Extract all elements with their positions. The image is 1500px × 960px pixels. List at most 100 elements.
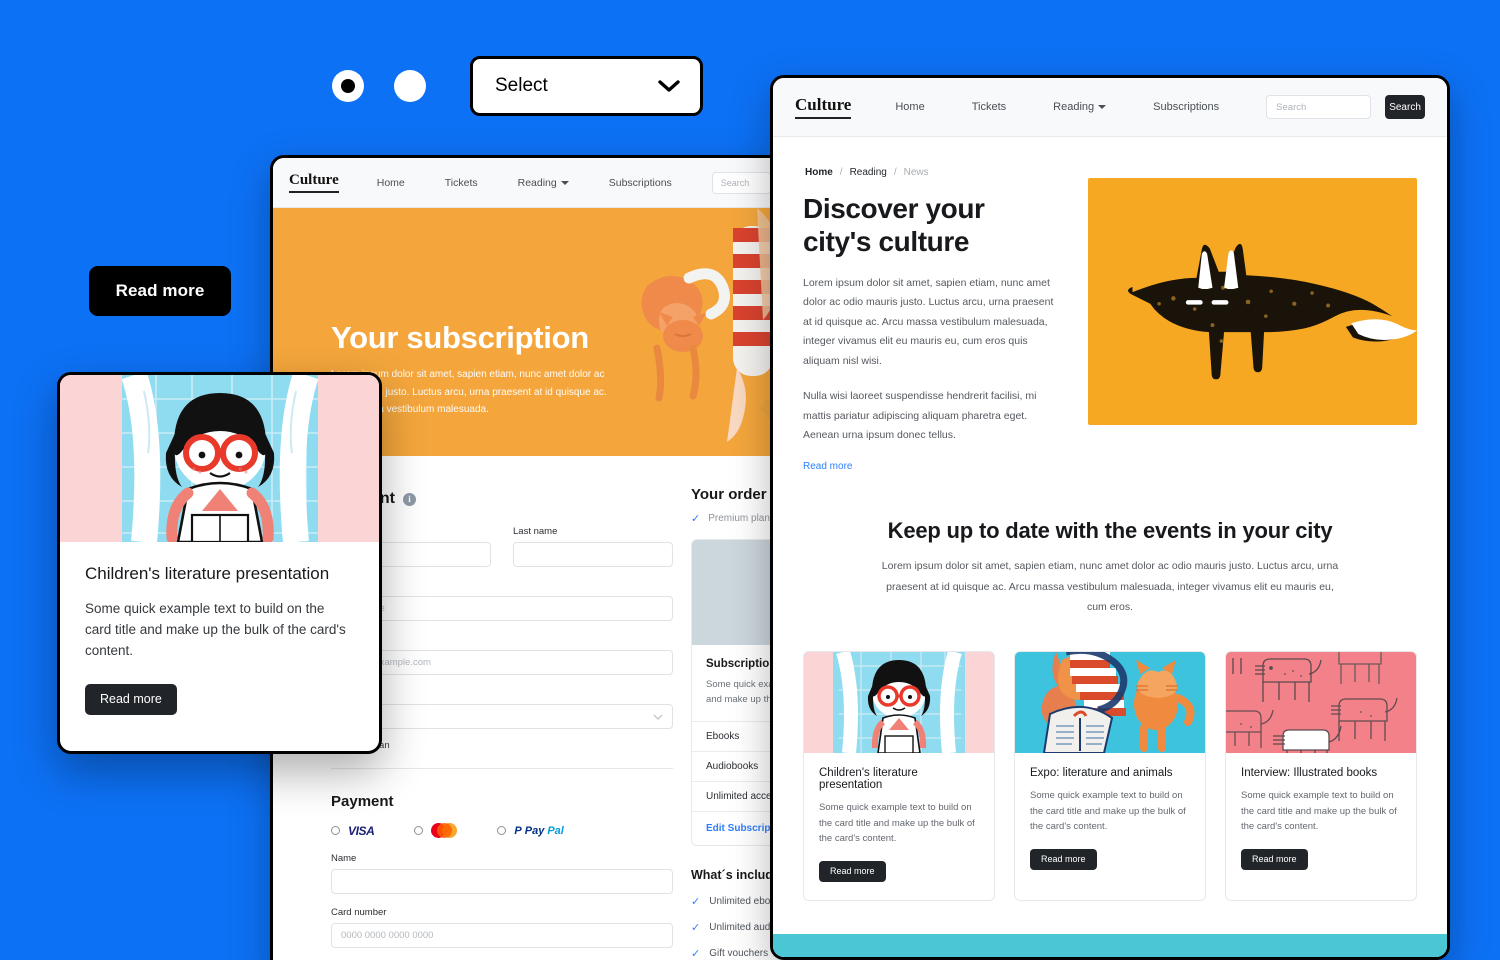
events-subtext: Lorem ipsum dolor sit amet, sapien etiam… bbox=[881, 560, 1339, 614]
nav-reading[interactable]: Reading bbox=[518, 177, 569, 189]
nav-subscriptions[interactable]: Subscriptions bbox=[1153, 101, 1219, 113]
news-card-text: Some quick example text to build on the … bbox=[1241, 789, 1397, 833]
news-hero-title: Discover your city's culture bbox=[803, 193, 985, 258]
chevron-down-icon bbox=[658, 80, 680, 92]
breadcrumb-news: News bbox=[903, 167, 929, 178]
news-card-read-more-button[interactable]: Read more bbox=[819, 860, 886, 882]
news-hero: Discover your city's culture Lorem ipsum… bbox=[773, 178, 1447, 474]
card-number-group: Card number 0000 0000 0000 0000 bbox=[331, 907, 673, 948]
news-card[interactable]: Expo: literature and animals Some quick … bbox=[1014, 650, 1206, 901]
news-card-body: Interview: Illustrated books Some quick … bbox=[1226, 753, 1416, 888]
chevron-down-icon bbox=[1098, 105, 1107, 110]
news-hero-text: Discover your city's culture Lorem ipsum… bbox=[803, 178, 1058, 474]
news-hero-paragraph-2: Nulla wisi laoreet suspendisse hendrerit… bbox=[803, 390, 1037, 442]
nav-home[interactable]: Home bbox=[377, 177, 405, 189]
radio-unselected[interactable] bbox=[394, 70, 426, 102]
girl-with-cat-illustration bbox=[641, 208, 787, 456]
last-name-group: Last name bbox=[513, 526, 673, 567]
cardholder-name-input[interactable] bbox=[331, 869, 673, 894]
select-label: Select bbox=[495, 75, 548, 96]
radio-selected-dot bbox=[341, 79, 355, 93]
woman-reading-with-cat-illustration bbox=[1015, 651, 1205, 753]
promo-card-read-more-button[interactable]: Read more bbox=[85, 683, 177, 715]
breadcrumb-reading[interactable]: Reading bbox=[850, 167, 887, 178]
email-input[interactable]: name@example.com bbox=[331, 650, 673, 675]
girl-with-red-glasses-illustration bbox=[60, 375, 379, 542]
news-card-read-more-button[interactable]: Read more bbox=[1241, 848, 1308, 870]
news-card[interactable]: Children's literature presentation Some … bbox=[803, 650, 995, 901]
radio-mastercard[interactable] bbox=[414, 826, 424, 835]
news-card-title: Children's literature presentation bbox=[819, 766, 918, 791]
news-card-thumbnail bbox=[804, 651, 994, 753]
radio-selected[interactable] bbox=[332, 70, 364, 102]
promo-card-title: Children's literature presentation bbox=[85, 564, 330, 583]
news-hero-image-wrap bbox=[1088, 178, 1417, 474]
nav-home[interactable]: Home bbox=[895, 101, 924, 113]
news-card-read-more-button[interactable]: Read more bbox=[1030, 848, 1097, 870]
brand-logo[interactable]: Culture bbox=[795, 95, 852, 119]
news-page-content: Home / Reading / News Discover your city… bbox=[773, 137, 1447, 957]
info-icon[interactable]: i bbox=[403, 492, 416, 506]
radio-visa[interactable] bbox=[331, 826, 340, 835]
search-button[interactable]: Search bbox=[1385, 95, 1425, 119]
payment-option-paypal[interactable]: P Pay Pal bbox=[497, 824, 564, 837]
subscription-hero-title: Your subscription bbox=[331, 320, 589, 355]
check-icon: ✓ bbox=[691, 896, 701, 909]
news-card-text: Some quick example text to build on the … bbox=[819, 801, 975, 845]
cardholder-name-group: Name bbox=[331, 853, 673, 894]
radio-paypal[interactable] bbox=[497, 826, 507, 835]
promo-card-body: Children's literature presentation Some … bbox=[60, 542, 379, 715]
news-card-body: Children's literature presentation Some … bbox=[804, 753, 994, 900]
cta-banner: ‹ Participate cultural meetups across th… bbox=[773, 933, 1447, 957]
nav-tickets[interactable]: Tickets bbox=[972, 101, 1006, 113]
paypal-icon: P Pay Pal bbox=[514, 824, 564, 837]
account-section-title: Account i bbox=[331, 490, 673, 508]
girl-reading-illustration bbox=[804, 651, 994, 753]
site-header-right: Culture Home Tickets Reading Subscriptio… bbox=[773, 78, 1447, 137]
news-hero-paragraph-1: Lorem ipsum dolor sit amet, sapien etiam… bbox=[803, 277, 1054, 367]
breadcrumb-home[interactable]: Home bbox=[805, 167, 833, 178]
last-name-input[interactable] bbox=[513, 542, 673, 567]
search-input[interactable]: Search bbox=[711, 171, 771, 194]
cardholder-name-label: Name bbox=[331, 853, 357, 864]
events-heading: Keep up to date with the events in your … bbox=[887, 518, 1333, 544]
news-card[interactable]: Interview: Illustrated books Some quick … bbox=[1225, 650, 1417, 901]
chevron-down-icon bbox=[560, 180, 569, 185]
plan-select[interactable] bbox=[331, 704, 673, 729]
promo-card[interactable]: Children's literature presentation Some … bbox=[57, 372, 382, 754]
email-group: Email name@example.com bbox=[331, 634, 673, 675]
promo-card-image bbox=[60, 375, 379, 542]
payment-option-mastercard[interactable] bbox=[414, 823, 458, 838]
nav-tickets[interactable]: Tickets bbox=[445, 177, 478, 189]
visa-icon: VISA bbox=[348, 823, 375, 838]
mastercard-icon bbox=[431, 823, 458, 838]
events-section: Keep up to date with the events in your … bbox=[773, 474, 1447, 617]
site-header-left: Culture Home Tickets Reading Subscriptio… bbox=[273, 158, 787, 208]
select-dropdown[interactable]: Select bbox=[470, 56, 703, 116]
promo-card-text: Some quick example text to build on the … bbox=[85, 601, 346, 658]
username-input[interactable]: Username bbox=[331, 596, 673, 621]
card-number-label: Card number bbox=[331, 907, 387, 918]
news-card-text: Some quick example text to build on the … bbox=[1030, 789, 1186, 833]
nav-subscriptions[interactable]: Subscriptions bbox=[609, 177, 672, 189]
canvas: Select Read more Culture Home Tickets Re… bbox=[0, 0, 1500, 960]
breadcrumb: Home / Reading / News bbox=[805, 167, 929, 178]
card-number-input[interactable]: 0000 0000 0000 0000 bbox=[331, 923, 673, 948]
news-hero-read-more-link[interactable]: Read more bbox=[803, 461, 852, 472]
form-divider bbox=[331, 768, 673, 769]
check-icon: ✓ bbox=[691, 513, 701, 525]
last-name-label: Last name bbox=[513, 526, 558, 537]
payment-option-visa[interactable]: VISA bbox=[331, 823, 375, 838]
check-icon: ✓ bbox=[691, 948, 701, 960]
chevron-down-icon bbox=[653, 714, 663, 720]
news-hero-image bbox=[1088, 178, 1417, 425]
email-label: Email bbox=[331, 634, 673, 645]
search-input[interactable]: Search bbox=[1266, 95, 1372, 119]
payment-section: Payment VISA P Pay Pal Name Card number … bbox=[331, 793, 673, 948]
check-icon: ✓ bbox=[691, 922, 701, 935]
brand-logo[interactable]: Culture bbox=[289, 172, 339, 193]
payment-title: Payment bbox=[331, 793, 394, 810]
nav-reading[interactable]: Reading bbox=[1053, 101, 1107, 113]
read-more-button[interactable]: Read more bbox=[89, 266, 231, 316]
news-cards: Children's literature presentation Some … bbox=[773, 618, 1447, 901]
